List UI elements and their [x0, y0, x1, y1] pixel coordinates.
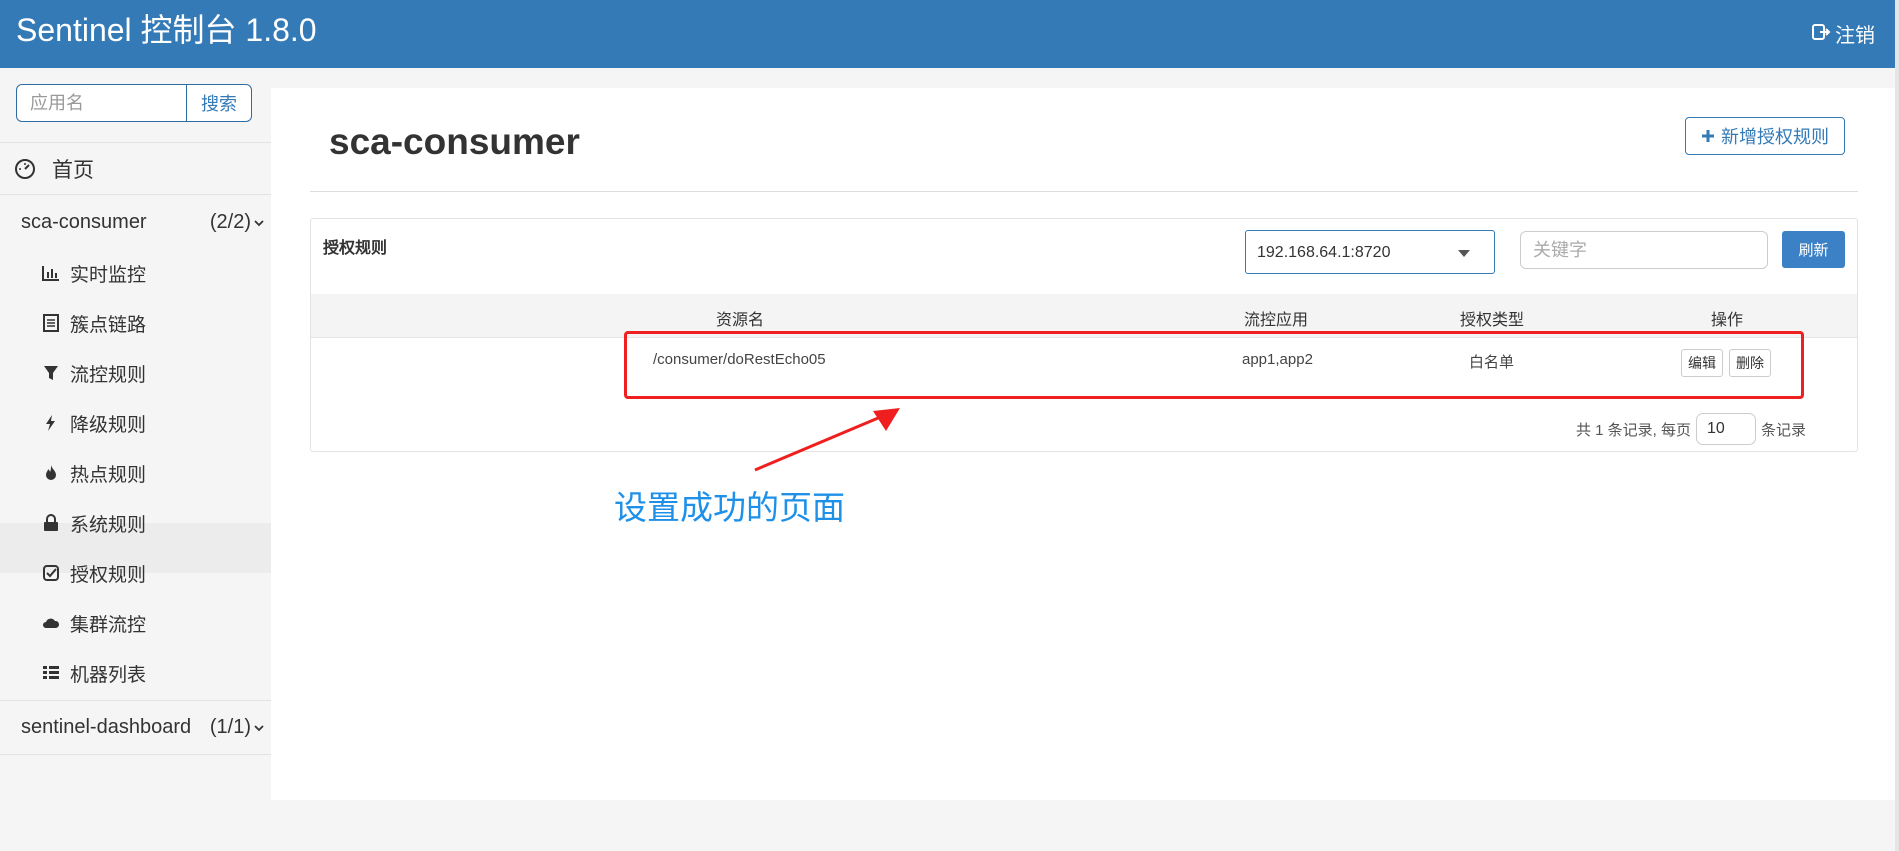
logout-link[interactable]: 注销 [1811, 22, 1875, 49]
caret-down-icon [1458, 250, 1470, 257]
sidebar-item-label: 降级规则 [70, 414, 147, 436]
sidebar-divider [0, 194, 271, 195]
fire-icon [46, 465, 56, 480]
sidebar-item-label: 簇点链路 [70, 314, 147, 336]
highlight-box [624, 331, 1804, 399]
panel-title: 授权规则 [323, 240, 388, 257]
column-header-resource: 资源名 [716, 312, 765, 329]
logout-label: 注销 [1835, 24, 1875, 47]
sign-out-icon [1811, 22, 1831, 49]
app-machine-count: (1/1) [209, 716, 251, 738]
app-search-input[interactable] [16, 84, 186, 122]
flash-icon [46, 415, 55, 431]
refresh-button[interactable]: 刷新 [1782, 231, 1845, 268]
sidebar-item-machine-list[interactable]: 机器列表 [42, 658, 146, 688]
pager-suffix: 条记录 [1761, 421, 1807, 439]
column-header-limit-app: 流控应用 [1244, 312, 1309, 329]
sidebar-item-label: 流控规则 [70, 364, 147, 386]
sidebar-item-label: 实时监控 [70, 264, 147, 286]
app-machine-count: (2/2) [209, 211, 251, 233]
filter-icon [44, 366, 58, 380]
app-name: sentinel-dashboard [21, 716, 192, 738]
sidebar-item-cluster-point-link[interactable]: 簇点链路 [42, 308, 146, 338]
sidebar-divider [0, 142, 271, 143]
lock-icon [44, 514, 58, 531]
app-search-group: 搜索 [16, 84, 252, 122]
dashboard-icon [15, 159, 35, 179]
sidebar-item-label: 机器列表 [70, 664, 147, 686]
window-edge [1895, 0, 1899, 851]
sidebar-item-label: 授权规则 [70, 564, 147, 586]
keyword-search-input[interactable] [1520, 231, 1768, 269]
app-group-sentinel-dashboard[interactable]: sentinel-dashboard (1/1) [0, 708, 271, 748]
sidebar-item-home[interactable]: 首页 [14, 149, 94, 189]
sidebar-item-label: 系统规则 [70, 514, 147, 536]
sidebar-item-authority-rules[interactable]: 授权规则 [42, 558, 146, 588]
chevron-down-icon [254, 220, 264, 227]
sidebar: 搜索 首页 sca-consumer (2/2) 实时监控 簇点链路 流控规则 … [0, 68, 271, 851]
machine-select-value: 192.168.64.1:8720 [1257, 244, 1391, 261]
bar-chart-icon [42, 266, 59, 281]
sidebar-item-param-flow-rules[interactable]: 热点规则 [42, 458, 146, 488]
sidebar-item-label: 集群流控 [70, 614, 147, 636]
search-button[interactable]: 搜索 [186, 84, 252, 122]
sidebar-item-label: 首页 [52, 159, 94, 182]
top-navbar: Sentinel 控制台 1.8.0 注销 [0, 0, 1895, 68]
column-header-operation: 操作 [1711, 312, 1744, 329]
pager-prefix: 共 1 条记录, 每页 [1576, 421, 1692, 439]
add-button-label: 新增授权规则 [1721, 127, 1829, 147]
app-group-sca-consumer[interactable]: sca-consumer (2/2) [0, 203, 271, 243]
sidebar-item-label: 热点规则 [70, 464, 147, 486]
check-icon [43, 565, 59, 581]
page-title: sca-consumer [329, 121, 580, 162]
annotation-text: 设置成功的页面 [614, 489, 845, 526]
app-name: sca-consumer [21, 211, 147, 233]
pagination: 共 1 条记录, 每页 10 条记录 [1576, 413, 1806, 445]
sidebar-item-flow-rules[interactable]: 流控规则 [42, 358, 146, 388]
column-header-strategy: 授权类型 [1460, 312, 1525, 329]
sidebar-item-cluster-flow[interactable]: 集群流控 [42, 608, 146, 638]
title-divider [310, 191, 1858, 192]
sidebar-item-system-rules[interactable]: 系统规则 [42, 508, 146, 538]
sidebar-divider [0, 700, 271, 701]
th-list-icon [43, 666, 59, 679]
brand-title[interactable]: Sentinel 控制台 1.8.0 [16, 10, 317, 50]
annotation-arrow-icon [754, 408, 900, 472]
sidebar-item-realtime-monitor[interactable]: 实时监控 [42, 258, 146, 288]
list-alt-icon [43, 314, 59, 332]
cloud-icon [43, 618, 60, 628]
plus-icon [1702, 130, 1714, 142]
chevron-down-icon [254, 725, 264, 732]
page-size-input[interactable]: 10 [1696, 413, 1757, 445]
sidebar-divider [0, 754, 271, 755]
add-authority-rule-button[interactable]: 新增授权规则 [1685, 117, 1845, 155]
sidebar-item-degrade-rules[interactable]: 降级规则 [42, 408, 146, 438]
machine-select[interactable]: 192.168.64.1:8720 [1245, 230, 1495, 274]
